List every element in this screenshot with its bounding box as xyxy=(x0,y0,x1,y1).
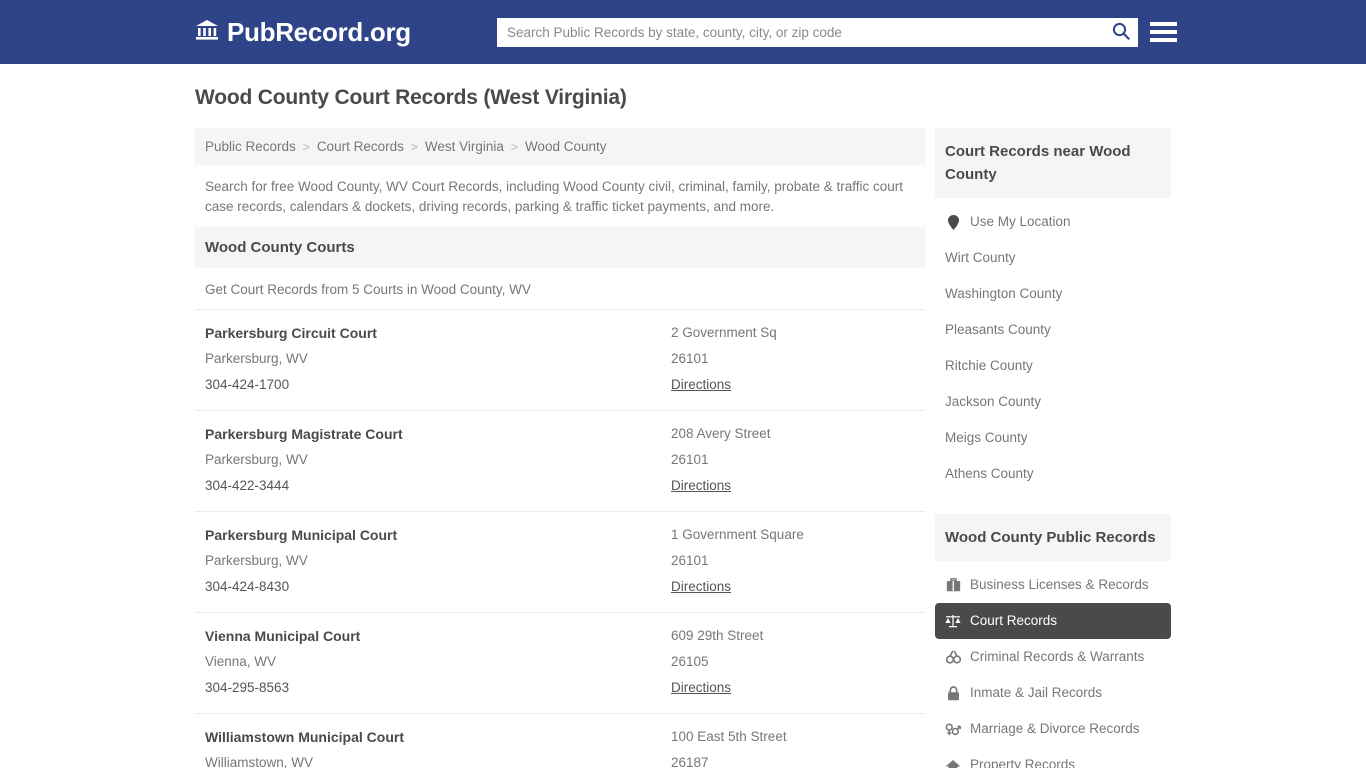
breadcrumb: Public Records > Court Records > West Vi… xyxy=(195,128,925,165)
search-input[interactable] xyxy=(497,18,1104,47)
sidebar-item-label: Use My Location xyxy=(970,213,1071,231)
sidebar-item-label: Washington County xyxy=(945,285,1062,303)
sidebar-item-meigs-county[interactable]: Meigs County xyxy=(935,420,1171,456)
site-logo-text: PubRecord.org xyxy=(227,17,411,48)
content-columns: Public Records > Court Records > West Vi… xyxy=(0,128,1366,768)
main-column: Public Records > Court Records > West Vi… xyxy=(195,128,925,768)
sidebar-item-use-my-location[interactable]: Use My Location xyxy=(935,204,1171,240)
sidebar-item-wirt-county[interactable]: Wirt County xyxy=(935,240,1171,276)
map-pin-icon xyxy=(945,214,961,230)
court-address: 208 Avery Street xyxy=(671,421,915,447)
page-description: Search for free Wood County, WV Court Re… xyxy=(195,165,925,227)
court-address: 2 Government Sq xyxy=(671,320,915,346)
court-name[interactable]: Vienna Municipal Court xyxy=(205,623,671,649)
court-phone: 304-424-1700 xyxy=(205,372,671,398)
court-address: 100 East 5th Street xyxy=(671,724,915,750)
sidebar-spacer xyxy=(935,492,1171,514)
sidebar-item-jackson-county[interactable]: Jackson County xyxy=(935,384,1171,420)
page-body: Wood County Court Records (West Virginia… xyxy=(0,64,1366,768)
lock-icon xyxy=(945,685,961,701)
breadcrumb-separator: > xyxy=(411,140,418,154)
sidebar-item-label: Meigs County xyxy=(945,429,1028,447)
breadcrumb-item-public-records[interactable]: Public Records xyxy=(205,139,296,154)
directions-link[interactable]: Directions xyxy=(671,473,731,499)
sidebar-item-marriage-divorce-records[interactable]: Marriage & Divorce Records xyxy=(935,711,1171,747)
directions-link[interactable]: Directions xyxy=(671,574,731,600)
court-name[interactable]: Parkersburg Municipal Court xyxy=(205,522,671,548)
directions-link[interactable]: Directions xyxy=(671,675,731,701)
nearby-section-heading: Court Records near Wood County xyxy=(935,128,1171,198)
sidebar: Court Records near Wood County Use My Lo… xyxy=(935,128,1171,768)
court-name[interactable]: Williamstown Municipal Court xyxy=(205,724,671,750)
directions-link[interactable]: Directions xyxy=(671,372,731,398)
court-city: Parkersburg, WV xyxy=(205,447,671,473)
house-icon xyxy=(945,757,961,768)
sidebar-item-athens-county[interactable]: Athens County xyxy=(935,456,1171,492)
court-phone: 304-422-3444 xyxy=(205,473,671,499)
gender-symbols-icon xyxy=(945,721,961,737)
sidebar-item-washington-county[interactable]: Washington County xyxy=(935,276,1171,312)
breadcrumb-item-wood-county[interactable]: Wood County xyxy=(525,139,607,154)
sidebar-item-label: Criminal Records & Warrants xyxy=(970,648,1144,666)
court-zip: 26101 xyxy=(671,548,915,574)
court-name[interactable]: Parkersburg Circuit Court xyxy=(205,320,671,346)
sidebar-item-business-licenses[interactable]: Business Licenses & Records xyxy=(935,567,1171,603)
site-logo[interactable]: PubRecord.org xyxy=(195,17,411,48)
breadcrumb-separator: > xyxy=(303,140,310,154)
court-zip: 26101 xyxy=(671,447,915,473)
table-row: Parkersburg Magistrate Court Parkersburg… xyxy=(195,410,925,511)
court-address: 609 29th Street xyxy=(671,623,915,649)
public-records-section-heading: Wood County Public Records xyxy=(935,514,1171,561)
table-row: Williamstown Municipal Court Williamstow… xyxy=(195,713,925,768)
court-zip: 26105 xyxy=(671,649,915,675)
sidebar-item-ritchie-county[interactable]: Ritchie County xyxy=(935,348,1171,384)
sidebar-item-label: Jackson County xyxy=(945,393,1041,411)
court-city: Parkersburg, WV xyxy=(205,346,671,372)
sidebar-item-label: Property Records xyxy=(970,756,1075,768)
court-phone: 304-424-8430 xyxy=(205,574,671,600)
bank-icon xyxy=(195,17,219,48)
scales-of-justice-icon xyxy=(945,613,961,629)
sidebar-item-label: Pleasants County xyxy=(945,321,1051,339)
sidebar-item-label: Business Licenses & Records xyxy=(970,576,1149,594)
sidebar-item-court-records[interactable]: Court Records xyxy=(935,603,1171,639)
sidebar-item-label: Marriage & Divorce Records xyxy=(970,720,1140,738)
sidebar-item-label: Athens County xyxy=(945,465,1034,483)
table-row: Parkersburg Municipal Court Parkersburg,… xyxy=(195,511,925,612)
court-zip: 26187 xyxy=(671,750,915,768)
table-row: Parkersburg Circuit Court Parkersburg, W… xyxy=(195,309,925,410)
table-row: Vienna Municipal Court Vienna, WV 304-29… xyxy=(195,612,925,713)
handcuffs-icon xyxy=(945,649,961,665)
court-phone: 304-295-8563 xyxy=(205,675,671,701)
court-zip: 26101 xyxy=(671,346,915,372)
sidebar-item-label: Court Records xyxy=(970,612,1057,630)
court-name[interactable]: Parkersburg Magistrate Court xyxy=(205,421,671,447)
nearby-county-list: Use My Location Wirt County Washington C… xyxy=(935,198,1171,492)
sidebar-item-criminal-records[interactable]: Criminal Records & Warrants xyxy=(935,639,1171,675)
search-bar xyxy=(497,18,1138,47)
breadcrumb-separator: > xyxy=(511,140,518,154)
courts-section-note: Get Court Records from 5 Courts in Wood … xyxy=(195,268,925,309)
hamburger-menu-icon[interactable] xyxy=(1150,18,1177,46)
sidebar-item-label: Ritchie County xyxy=(945,357,1033,375)
court-city: Parkersburg, WV xyxy=(205,548,671,574)
page-title: Wood County Court Records (West Virginia… xyxy=(195,86,1366,110)
court-address: 1 Government Square xyxy=(671,522,915,548)
search-button[interactable] xyxy=(1104,18,1138,47)
sidebar-item-label: Inmate & Jail Records xyxy=(970,684,1102,702)
search-icon xyxy=(1112,22,1130,43)
court-city: Williamstown, WV xyxy=(205,750,671,768)
public-records-list: Business Licenses & Records Court Record… xyxy=(935,561,1171,768)
sidebar-item-property-records[interactable]: Property Records xyxy=(935,747,1171,768)
sidebar-item-pleasants-county[interactable]: Pleasants County xyxy=(935,312,1171,348)
court-city: Vienna, WV xyxy=(205,649,671,675)
breadcrumb-item-court-records[interactable]: Court Records xyxy=(317,139,404,154)
courts-section-heading: Wood County Courts xyxy=(195,227,925,268)
site-header: PubRecord.org xyxy=(0,0,1366,64)
briefcase-icon xyxy=(945,577,961,593)
sidebar-item-inmate-jail-records[interactable]: Inmate & Jail Records xyxy=(935,675,1171,711)
sidebar-item-label: Wirt County xyxy=(945,249,1016,267)
breadcrumb-item-west-virginia[interactable]: West Virginia xyxy=(425,139,504,154)
